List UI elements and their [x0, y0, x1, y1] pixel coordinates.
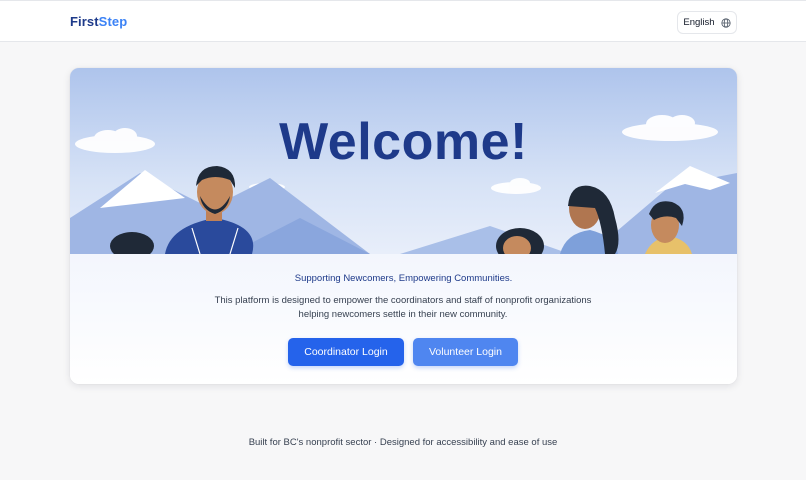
volunteer-login-button[interactable]: Volunteer Login	[413, 338, 518, 366]
coordinator-login-button[interactable]: Coordinator Login	[288, 338, 404, 366]
footer-text: Built for BC's nonprofit sector · Design…	[248, 437, 558, 448]
tagline: Supporting Newcomers, Empowering Communi…	[294, 273, 513, 284]
logo-step: Step	[98, 14, 128, 29]
platform-description: This platform is designed to empower the…	[214, 295, 592, 320]
welcome-heading: Welcome!	[279, 113, 528, 171]
language-selector-button[interactable]: English	[677, 11, 737, 34]
app-logo[interactable]: FirstStep	[70, 14, 127, 29]
logo-first: First	[70, 14, 99, 29]
card-body: Supporting Newcomers, Empowering Communi…	[70, 254, 737, 384]
welcome-card: Welcome! Supporting Newcomers, Empowerin…	[70, 68, 737, 384]
language-label: English	[683, 17, 715, 28]
hero-banner: Welcome!	[70, 68, 737, 254]
top-navigation-bar: FirstStep English	[0, 0, 806, 42]
globe-icon	[720, 17, 731, 28]
